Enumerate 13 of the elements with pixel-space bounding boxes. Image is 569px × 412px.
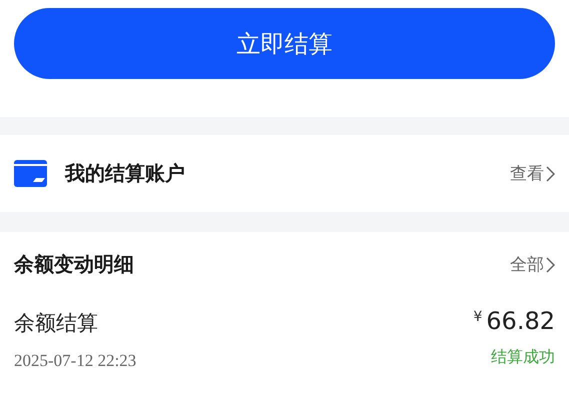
currency-symbol: ¥ (473, 309, 482, 325)
card-icon (14, 160, 47, 187)
account-title: 我的结算账户 (65, 160, 185, 187)
view-link[interactable]: 查看 (510, 162, 555, 185)
history-title: 余额变动明细 (14, 251, 134, 278)
record-status: 结算成功 (491, 347, 555, 368)
chevron-right-icon (546, 166, 555, 182)
settle-now-button[interactable]: 立即结算 (14, 8, 555, 79)
record-time: 2025-07-12 22:23 (14, 351, 136, 371)
chevron-right-icon (546, 256, 555, 272)
record-amount: 66.82 (486, 309, 555, 333)
record-title: 余额结算 (14, 310, 98, 337)
all-link[interactable]: 全部 (510, 253, 555, 276)
